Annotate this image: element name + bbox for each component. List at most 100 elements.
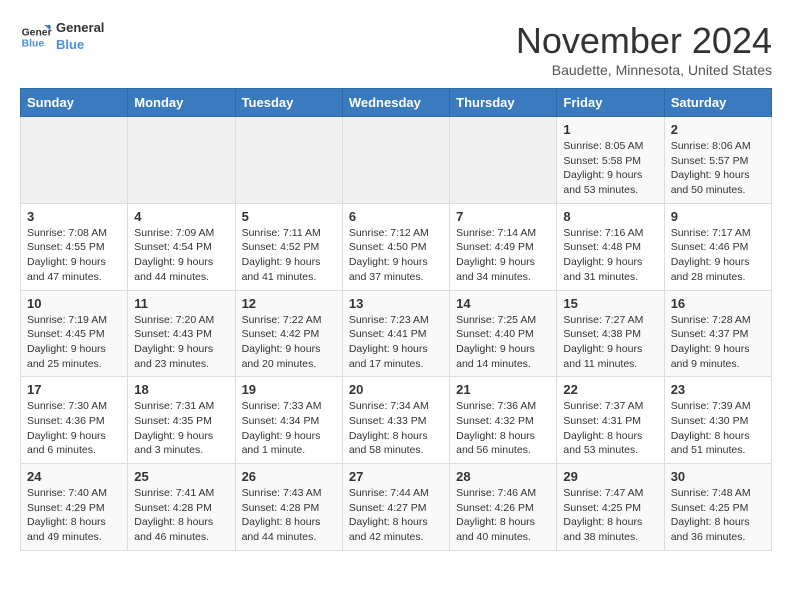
calendar-cell: 18Sunrise: 7:31 AM Sunset: 4:35 PM Dayli…: [128, 377, 235, 464]
calendar-week-1: 1Sunrise: 8:05 AM Sunset: 5:58 PM Daylig…: [21, 117, 772, 204]
calendar-cell: 2 Sunrise: 8:06 AM Sunset: 5:57 PM Daylig…: [664, 117, 771, 204]
day-number: 29: [563, 469, 657, 484]
calendar-cell: 12 Sunrise: 7:22 AM Sunset: 4:42 PM Dayli…: [235, 290, 342, 377]
day-info: Sunrise: 7:19 AM Sunset: 4:45 PM Dayligh…: [27, 313, 121, 372]
day-number: 25: [134, 469, 228, 484]
header-sunday: Sunday: [21, 89, 128, 117]
day-info: Sunrise: 8:06 AM Sunset: 5:57 PM Dayligh…: [671, 139, 765, 198]
day-info: Sunrise: 7:36 AM Sunset: 4:32 PM Dayligh…: [456, 399, 550, 458]
day-info: Sunrise: 7:39 AM Sunset: 4:30 PM Dayligh…: [671, 399, 765, 458]
day-number: 7: [456, 209, 550, 224]
day-number: 9: [671, 209, 765, 224]
calendar-week-2: 3 Sunrise: 7:08 AM Sunset: 4:55 PM Daylig…: [21, 203, 772, 290]
day-info: Sunrise: 7:44 AM Sunset: 4:27 PM Dayligh…: [349, 486, 443, 545]
calendar-table: SundayMondayTuesdayWednesdayThursdayFrid…: [20, 88, 772, 551]
day-number: 26: [242, 469, 336, 484]
header-thursday: Thursday: [450, 89, 557, 117]
calendar-cell: 7 Sunrise: 7:14 AM Sunset: 4:49 PM Daylig…: [450, 203, 557, 290]
day-number: 4: [134, 209, 228, 224]
calendar-cell: 20 Sunrise: 7:34 AM Sunset: 4:33 PM Dayli…: [342, 377, 449, 464]
day-info: Sunrise: 7:08 AM Sunset: 4:55 PM Dayligh…: [27, 226, 121, 285]
day-info: Sunrise: 7:41 AM Sunset: 4:28 PM Dayligh…: [134, 486, 228, 545]
day-number: 6: [349, 209, 443, 224]
day-number: 27: [349, 469, 443, 484]
calendar-cell: 5 Sunrise: 7:11 AM Sunset: 4:52 PM Daylig…: [235, 203, 342, 290]
calendar-cell: 1Sunrise: 8:05 AM Sunset: 5:58 PM Daylig…: [557, 117, 664, 204]
header-tuesday: Tuesday: [235, 89, 342, 117]
day-info: Sunrise: 7:47 AM Sunset: 4:25 PM Dayligh…: [563, 486, 657, 545]
calendar-cell: 28 Sunrise: 7:46 AM Sunset: 4:26 PM Dayli…: [450, 464, 557, 551]
logo-line1: General: [56, 20, 104, 37]
day-info: Sunrise: 7:40 AM Sunset: 4:29 PM Dayligh…: [27, 486, 121, 545]
calendar-cell: 26 Sunrise: 7:43 AM Sunset: 4:28 PM Dayli…: [235, 464, 342, 551]
calendar-week-5: 24 Sunrise: 7:40 AM Sunset: 4:29 PM Dayli…: [21, 464, 772, 551]
day-number: 28: [456, 469, 550, 484]
calendar-header-row: SundayMondayTuesdayWednesdayThursdayFrid…: [21, 89, 772, 117]
day-info: Sunrise: 7:27 AM Sunset: 4:38 PM Dayligh…: [563, 313, 657, 372]
calendar-cell: 8 Sunrise: 7:16 AM Sunset: 4:48 PM Daylig…: [557, 203, 664, 290]
day-info: Sunrise: 8:05 AM Sunset: 5:58 PM Dayligh…: [563, 139, 657, 198]
day-info: Sunrise: 7:12 AM Sunset: 4:50 PM Dayligh…: [349, 226, 443, 285]
logo: General Blue General Blue: [20, 20, 104, 54]
calendar-cell: 14 Sunrise: 7:25 AM Sunset: 4:40 PM Dayli…: [450, 290, 557, 377]
day-number: 2: [671, 122, 765, 137]
day-info: Sunrise: 7:22 AM Sunset: 4:42 PM Dayligh…: [242, 313, 336, 372]
calendar-cell: 13 Sunrise: 7:23 AM Sunset: 4:41 PM Dayli…: [342, 290, 449, 377]
calendar-cell: [342, 117, 449, 204]
day-info: Sunrise: 7:34 AM Sunset: 4:33 PM Dayligh…: [349, 399, 443, 458]
day-info: Sunrise: 7:16 AM Sunset: 4:48 PM Dayligh…: [563, 226, 657, 285]
calendar-cell: 24 Sunrise: 7:40 AM Sunset: 4:29 PM Dayli…: [21, 464, 128, 551]
header-wednesday: Wednesday: [342, 89, 449, 117]
svg-text:Blue: Blue: [22, 38, 45, 49]
calendar-cell: 3 Sunrise: 7:08 AM Sunset: 4:55 PM Daylig…: [21, 203, 128, 290]
day-info: Sunrise: 7:48 AM Sunset: 4:25 PM Dayligh…: [671, 486, 765, 545]
day-info: Sunrise: 7:31 AM Sunset: 4:35 PM Dayligh…: [134, 399, 228, 458]
day-number: 20: [349, 382, 443, 397]
day-number: 16: [671, 296, 765, 311]
calendar-cell: [128, 117, 235, 204]
calendar-week-3: 10Sunrise: 7:19 AM Sunset: 4:45 PM Dayli…: [21, 290, 772, 377]
day-number: 21: [456, 382, 550, 397]
day-number: 22: [563, 382, 657, 397]
day-number: 5: [242, 209, 336, 224]
day-number: 14: [456, 296, 550, 311]
day-number: 8: [563, 209, 657, 224]
day-number: 23: [671, 382, 765, 397]
calendar-cell: 21 Sunrise: 7:36 AM Sunset: 4:32 PM Dayli…: [450, 377, 557, 464]
day-number: 24: [27, 469, 121, 484]
day-info: Sunrise: 7:14 AM Sunset: 4:49 PM Dayligh…: [456, 226, 550, 285]
day-info: Sunrise: 7:25 AM Sunset: 4:40 PM Dayligh…: [456, 313, 550, 372]
calendar-cell: 30 Sunrise: 7:48 AM Sunset: 4:25 PM Dayli…: [664, 464, 771, 551]
calendar-cell: [21, 117, 128, 204]
day-number: 15: [563, 296, 657, 311]
day-info: Sunrise: 7:33 AM Sunset: 4:34 PM Dayligh…: [242, 399, 336, 458]
calendar-cell: 29 Sunrise: 7:47 AM Sunset: 4:25 PM Dayli…: [557, 464, 664, 551]
calendar-week-4: 17 Sunrise: 7:30 AM Sunset: 4:36 PM Dayli…: [21, 377, 772, 464]
location: Baudette, Minnesota, United States: [516, 62, 772, 78]
logo-line2: Blue: [56, 37, 104, 54]
calendar-cell: [235, 117, 342, 204]
month-title: November 2024: [516, 20, 772, 62]
day-number: 13: [349, 296, 443, 311]
calendar-cell: 15 Sunrise: 7:27 AM Sunset: 4:38 PM Dayli…: [557, 290, 664, 377]
day-info: Sunrise: 7:11 AM Sunset: 4:52 PM Dayligh…: [242, 226, 336, 285]
calendar-cell: 17 Sunrise: 7:30 AM Sunset: 4:36 PM Dayli…: [21, 377, 128, 464]
day-info: Sunrise: 7:46 AM Sunset: 4:26 PM Dayligh…: [456, 486, 550, 545]
calendar-cell: 10Sunrise: 7:19 AM Sunset: 4:45 PM Dayli…: [21, 290, 128, 377]
calendar-cell: 4 Sunrise: 7:09 AM Sunset: 4:54 PM Daylig…: [128, 203, 235, 290]
day-info: Sunrise: 7:30 AM Sunset: 4:36 PM Dayligh…: [27, 399, 121, 458]
svg-text:General: General: [22, 27, 52, 38]
day-number: 30: [671, 469, 765, 484]
header-friday: Friday: [557, 89, 664, 117]
calendar-cell: 27 Sunrise: 7:44 AM Sunset: 4:27 PM Dayli…: [342, 464, 449, 551]
day-info: Sunrise: 7:23 AM Sunset: 4:41 PM Dayligh…: [349, 313, 443, 372]
day-info: Sunrise: 7:17 AM Sunset: 4:46 PM Dayligh…: [671, 226, 765, 285]
day-number: 3: [27, 209, 121, 224]
calendar-cell: 16Sunrise: 7:28 AM Sunset: 4:37 PM Dayli…: [664, 290, 771, 377]
page-header: General Blue General Blue November 2024 …: [20, 20, 772, 78]
day-number: 17: [27, 382, 121, 397]
day-info: Sunrise: 7:09 AM Sunset: 4:54 PM Dayligh…: [134, 226, 228, 285]
day-info: Sunrise: 7:20 AM Sunset: 4:43 PM Dayligh…: [134, 313, 228, 372]
day-number: 12: [242, 296, 336, 311]
day-info: Sunrise: 7:43 AM Sunset: 4:28 PM Dayligh…: [242, 486, 336, 545]
